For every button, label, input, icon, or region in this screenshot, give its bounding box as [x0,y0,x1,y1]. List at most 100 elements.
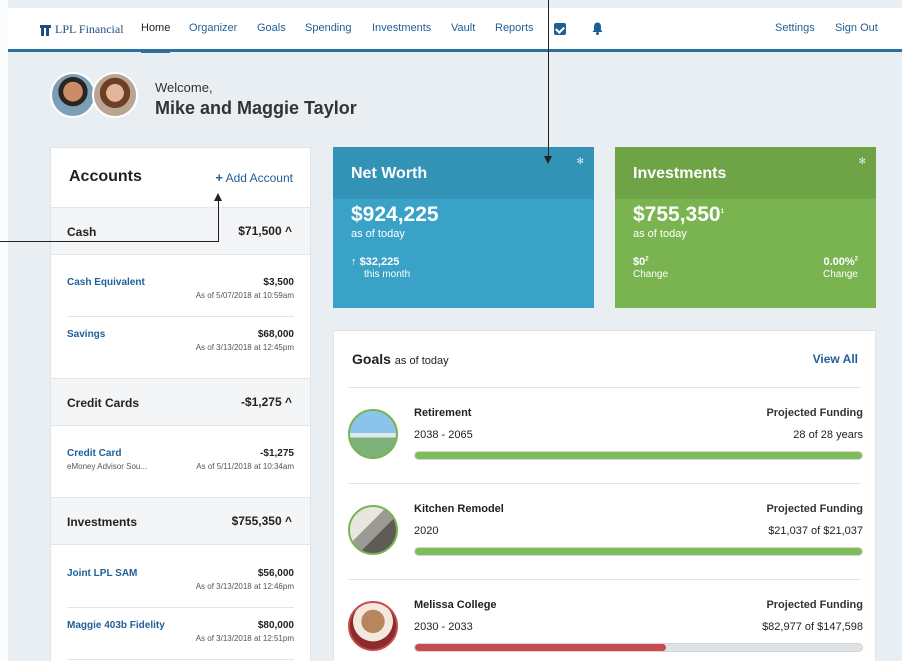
account-name[interactable]: Credit Card [67,448,121,459]
footnote-marker: 2 [854,256,858,263]
goal-item[interactable]: Kitchen Remodel 2020 Projected Funding $… [348,483,863,579]
investments-value: $755,3501 [633,203,724,226]
goal-years: 2030 - 2033 [414,621,473,633]
account-amount: $68,000 [257,329,294,340]
footnote-marker: 2 [645,256,649,263]
plus-icon: + [215,170,223,185]
nav-spending[interactable]: Spending [305,22,352,34]
add-account-label: Add Account [225,171,293,185]
welcome-greeting: Welcome, [155,80,213,95]
account-date: As of 3/13/2018 at 12:45pm [195,343,294,352]
account-row[interactable]: Maggie 403b Fidelity $80,000 As of 3/13/… [67,608,294,660]
footnote-marker: 1 [720,209,724,215]
account-row[interactable]: Joint LPL SAM $56,000 As of 3/13/2018 at… [67,556,294,608]
change-amount-label: Change [633,269,669,280]
accounts-panel: Accounts + Add Account Cash $71,500 ^ Ca… [50,147,311,661]
account-date: As of 5/11/2018 at 10:34am [196,462,294,471]
investments-tile[interactable]: Investments ✻ $755,3501 as of today $02 … [615,147,876,308]
section-total: -$1,275 ^ [240,395,292,409]
goal-funding-label: Projected Funding [766,407,863,419]
nav-vault[interactable]: Vault [451,22,475,34]
account-name[interactable]: Joint LPL SAM [67,568,137,579]
chevron-up-icon: ^ [284,514,292,528]
goal-funding-label: Projected Funding [766,599,863,611]
annotation-line-add [0,241,219,242]
progress-fill [415,452,862,459]
section-title: Credit Cards [67,396,140,410]
view-all-link[interactable]: View All [813,352,858,366]
account-name[interactable]: Cash Equivalent [67,277,145,288]
account-source: eMoney Advisor Sou... [67,462,148,471]
brand-name: LPL Financial [55,22,124,36]
nav-reports[interactable]: Reports [495,22,534,34]
goal-image-kitchen [348,505,398,555]
goal-image-beach [348,409,398,459]
account-amount: $56,000 [257,568,294,579]
goal-progress-text: $21,037 of $21,037 [768,525,863,537]
brand-logo[interactable]: LPL Financial [40,22,124,37]
app-frame: LPL Financial Home Organizer Goals Spend… [8,0,902,661]
avatar-mike [50,72,96,118]
nav-home[interactable]: Home [141,22,171,53]
goal-item[interactable]: Melissa College 2030 - 2033 Projected Fu… [348,579,863,661]
goal-name[interactable]: Retirement [414,407,471,419]
accounts-title: Accounts [69,168,142,185]
annotation-line-add-vertical [218,201,219,242]
tile-title: Net Worth [351,165,428,182]
nav-goals[interactable]: Goals [257,22,286,34]
account-name[interactable]: Savings [67,329,105,340]
nav-settings[interactable]: Settings [775,22,815,34]
goals-subtitle: as of today [394,355,449,367]
nav-organizer[interactable]: Organizer [189,22,237,34]
goal-progress-bar [414,547,863,556]
net-worth-value: $924,225 [351,203,439,226]
section-title: Investments [67,515,138,529]
avatar-maggie [92,72,138,118]
account-row[interactable]: Credit Card eMoney Advisor Sou... -$1,27… [67,436,294,488]
section-title: Cash [67,225,97,239]
lpl-logo-icon [40,24,51,36]
welcome-name: Mike and Maggie Taylor [155,98,357,118]
section-investments[interactable]: Investments $755,350 ^ [51,497,310,545]
tasks-checkbox-icon[interactable] [554,23,566,35]
goals-panel: Goals as of today View All Retirement 20… [333,330,876,661]
section-cash[interactable]: Cash $71,500 ^ [51,207,310,255]
change-percent: 0.00%2 [823,256,858,268]
tile-header: Net Worth ✻ [333,147,594,199]
account-date: As of 5/07/2018 at 10:59am [195,291,294,300]
goal-progress-text: 28 of 28 years [793,429,863,441]
goal-item[interactable]: Retirement 2038 - 2065 Projected Funding… [348,387,863,483]
as-of-label: as of today [351,228,405,240]
goal-name[interactable]: Melissa College [414,599,497,611]
section-total: $71,500 ^ [238,224,292,238]
tile-header: Investments ✻ [615,147,876,199]
top-nav: LPL Financial Home Organizer Goals Spend… [8,8,902,53]
bell-icon[interactable] [592,22,603,35]
change-amount: $02 [633,256,649,268]
nav-signout[interactable]: Sign Out [835,22,878,34]
goal-progress-bar [414,451,863,460]
goal-name[interactable]: Kitchen Remodel [414,503,504,515]
account-name[interactable]: Maggie 403b Fidelity [67,620,165,631]
goals-title: Goals as of today [352,351,449,367]
gear-icon[interactable]: ✻ [576,156,584,167]
change-period-label: this month [364,269,411,280]
net-worth-tile[interactable]: Net Worth ✻ $924,225 as of today ↑ $32,2… [333,147,594,308]
nav-investments[interactable]: Investments [372,22,431,34]
add-account-button[interactable]: + Add Account [215,170,293,185]
arrow-up-icon: ↑ [351,256,357,268]
goal-progress-text: $82,977 of $147,598 [762,621,863,633]
gear-icon[interactable]: ✻ [858,156,866,167]
account-amount: $3,500 [263,277,294,288]
goal-funding-label: Projected Funding [766,503,863,515]
account-amount: -$1,275 [260,448,294,459]
tile-title: Investments [633,165,727,182]
goal-years: 2038 - 2065 [414,429,473,441]
progress-fill [415,644,667,651]
account-row[interactable]: Savings $68,000 As of 3/13/2018 at 12:45… [67,317,294,369]
net-worth-change: ↑ $32,225 [351,256,400,268]
page-edge [0,0,8,661]
account-row[interactable]: Cash Equivalent $3,500 As of 5/07/2018 a… [67,265,294,317]
section-credit-cards[interactable]: Credit Cards -$1,275 ^ [51,378,310,426]
goal-progress-bar [414,643,863,652]
